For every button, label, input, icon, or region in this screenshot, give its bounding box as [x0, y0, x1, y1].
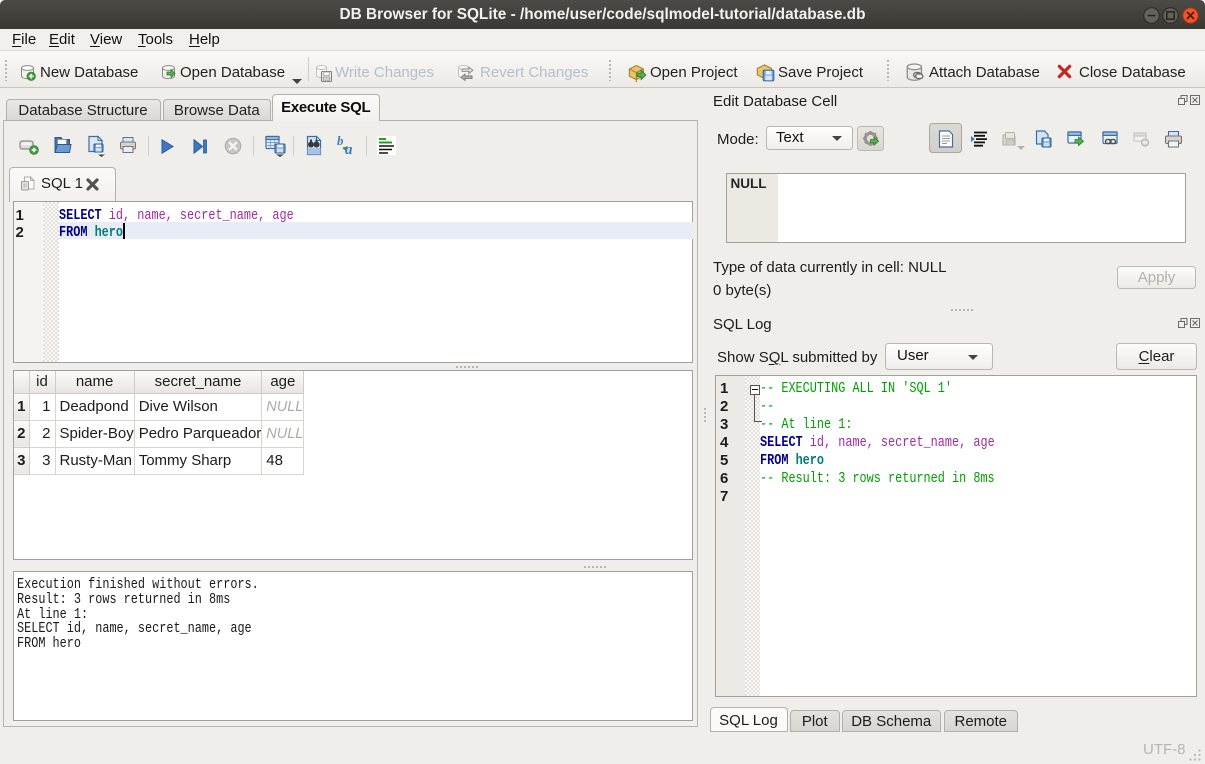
- svg-text:b: b: [337, 135, 344, 148]
